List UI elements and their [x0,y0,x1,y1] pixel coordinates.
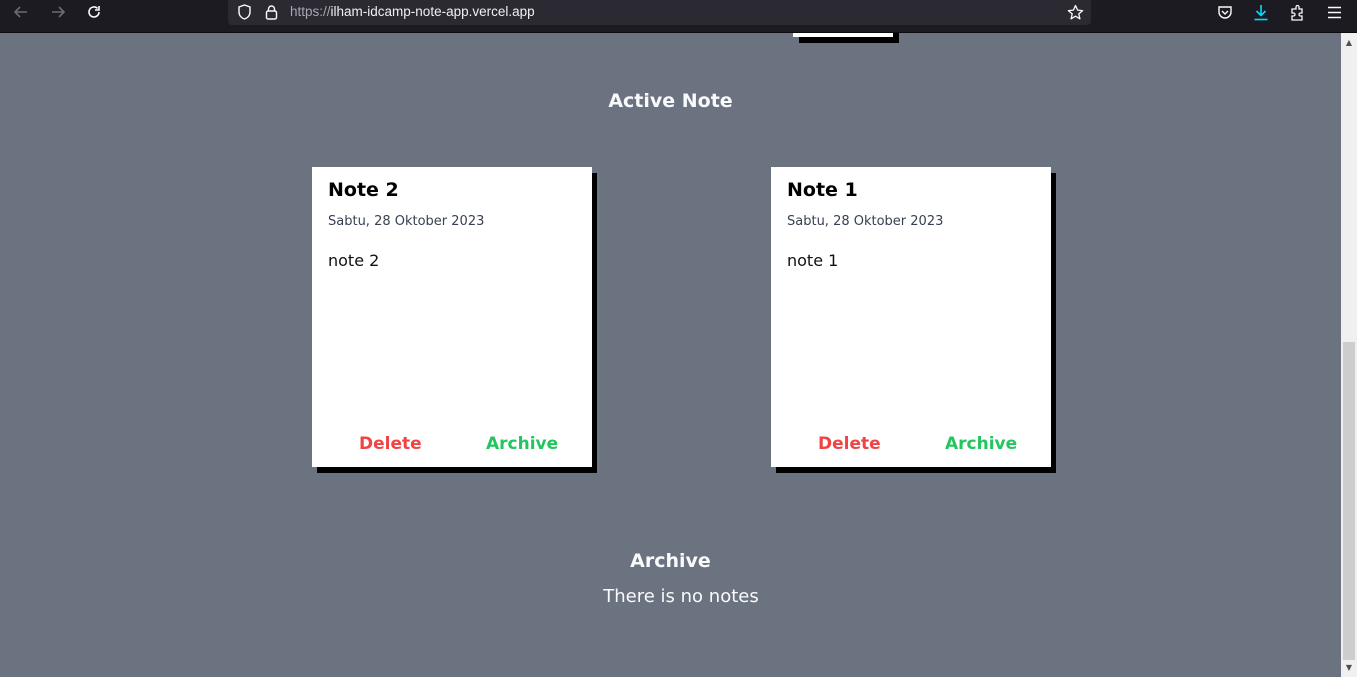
archive-heading: Archive [630,550,711,572]
scroll-up-arrow-icon[interactable]: ▲ [1341,35,1357,49]
note-body: note 1 [787,251,839,270]
scroll-down-arrow-icon[interactable]: ▼ [1341,660,1357,674]
arrow-right-icon [52,6,66,18]
back-button[interactable] [8,0,34,24]
address-bar[interactable]: https://ilham-idcamp-note-app.vercel.app [228,0,1091,25]
hamburger-icon[interactable] [1325,3,1343,21]
note-card: Note 2 Sabtu, 28 Oktober 2023 note 2 Del… [312,167,592,467]
browser-toolbar: https://ilham-idcamp-note-app.vercel.app [0,0,1357,33]
arrow-left-icon [13,6,27,18]
delete-button[interactable]: Delete [359,434,422,454]
active-note-heading: Active Note [608,90,733,112]
download-icon[interactable] [1252,2,1270,22]
archive-button[interactable]: Archive [945,434,1017,454]
lock-icon[interactable] [263,3,279,21]
note-date: Sabtu, 28 Oktober 2023 [328,214,485,229]
page-content: Active Note Note 2 Sabtu, 28 Oktober 202… [0,33,1341,677]
forward-button[interactable] [45,0,71,24]
empty-notes-message: There is no notes [603,586,759,607]
archive-button[interactable]: Archive [486,434,558,454]
note-date: Sabtu, 28 Oktober 2023 [787,214,944,229]
url-host: ilham-idcamp-note-app.vercel.app [330,4,535,19]
pocket-icon[interactable] [1216,3,1234,21]
url-text[interactable]: https://ilham-idcamp-note-app.vercel.app [290,4,535,19]
url-scheme: https:// [290,4,331,19]
shield-icon[interactable] [236,4,252,20]
reload-icon [88,6,100,18]
scrollbar-thumb[interactable] [1343,342,1355,660]
note-title: Note 2 [328,179,399,201]
reload-button[interactable] [81,0,107,24]
vertical-scrollbar[interactable]: ▲ ▼ [1341,33,1357,677]
note-body: note 2 [328,251,380,270]
header-bar-fragment [793,33,893,37]
note-card: Note 1 Sabtu, 28 Oktober 2023 note 1 Del… [771,167,1051,467]
delete-button[interactable]: Delete [818,434,881,454]
note-title: Note 1 [787,179,858,201]
puzzle-icon[interactable] [1289,2,1307,22]
star-icon[interactable] [1066,3,1084,21]
